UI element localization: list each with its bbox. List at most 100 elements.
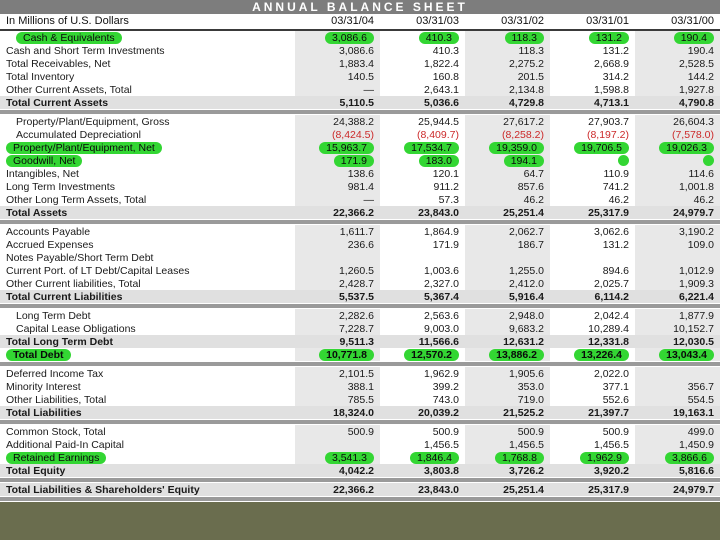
highlight-pill: Goodwill, Net (6, 154, 83, 167)
value-cell: 9,003.0 (423, 322, 459, 335)
label-text: Total Equity (6, 464, 66, 477)
label-text: Other Long Term Assets, Total (6, 193, 147, 206)
value-cell: 894.6 (602, 264, 629, 277)
table-row: Other Liabilities, Total 785.5 743.0 719.0 5… (0, 393, 720, 406)
table-row: Additional Paid-In Capital 1,456.5 1,456.5… (0, 438, 720, 451)
highlight-pill: 1,768.8 (494, 451, 544, 464)
value-cell: 4,713.1 (550, 96, 635, 110)
value-cell: 12,631.2 (465, 335, 550, 348)
value-cell: 2,134.8 (465, 83, 550, 96)
value-cell: (8,197.2) (586, 128, 629, 141)
highlight-pill: 15,963.7 (319, 141, 374, 154)
value-cell (635, 154, 720, 167)
value-cell: 2,668.9 (593, 57, 629, 70)
value-cell: 22,366.2 (295, 206, 380, 220)
highlight-pill: 183.0 (418, 154, 459, 167)
label-text: Total Current Assets (6, 96, 109, 109)
value-cell: 24,979.7 (635, 482, 720, 497)
value-cell: 3,086.6 (295, 44, 380, 57)
value-cell: 12,030.5 (635, 335, 720, 348)
value-cell: 19,163.1 (635, 406, 720, 420)
value-cell: 5,537.5 (295, 290, 380, 304)
value-cell: 236.6 (295, 238, 380, 251)
value-cell: 120.1 (432, 167, 459, 180)
value-cell: 314.2 (602, 70, 629, 83)
highlight-pill: 190.4 (673, 31, 714, 44)
highlight-pill: 194.1 (503, 154, 544, 167)
highlight-pill: 10,771.8 (319, 348, 374, 361)
value-cell: (8,409.7) (416, 128, 459, 141)
value-cell: 25,251.4 (465, 482, 550, 497)
value-cell (550, 251, 635, 264)
row-label: Total Assets (0, 206, 295, 220)
label-text: Total Assets (6, 206, 68, 219)
value-cell: 410.3 (432, 44, 459, 57)
table-row: Cash and Short Term Investments 3,086.6 41… (0, 44, 720, 57)
highlight-pill: Total Debt (6, 348, 71, 361)
value-cell: 554.5 (635, 393, 720, 406)
value-cell: 25,317.9 (550, 206, 635, 220)
value-cell: 2,275.2 (465, 57, 550, 70)
table-row: Goodwill, Net 171.9 183.0 194.1 (0, 154, 720, 167)
value-cell: 2,428.7 (295, 277, 380, 290)
value-cell: 190.4 (635, 30, 720, 44)
highlight-pill: 13,043.4 (659, 348, 714, 361)
value-cell: 138.6 (295, 167, 380, 180)
table-row: Property/Plant/Equipment, Gross 24,388.2 2… (0, 114, 720, 128)
table-row: Total Equity 4,042.2 3,803.8 3,726.2 3,920.2… (0, 464, 720, 478)
value-cell: 23,843.0 (380, 206, 465, 220)
value-cell: 5,916.4 (465, 290, 550, 304)
label-text: Cash and Short Term Investments (6, 44, 165, 57)
value-cell: 46.2 (465, 193, 550, 206)
value-cell: 500.9 (432, 425, 459, 438)
value-cell: 24,979.7 (635, 206, 720, 220)
value-cell: 1,001.8 (635, 180, 720, 193)
value-cell: 1,012.9 (635, 264, 720, 277)
value-cell (295, 251, 380, 264)
value-cell: 2,948.0 (465, 308, 550, 322)
value-cell: 27,903.7 (588, 115, 629, 128)
table-row: Total Assets 22,366.2 23,843.0 25,251.4 25,3… (0, 206, 720, 220)
value-cell: 1,456.5 (465, 438, 550, 451)
row-label: Cash and Short Term Investments (0, 44, 295, 57)
value-cell: 18,324.0 (295, 406, 380, 420)
value-cell: (7,578.0) (635, 128, 720, 141)
row-label: Long Term Investments (0, 180, 295, 193)
value-cell: 21,525.2 (465, 406, 550, 420)
table-row: Total Debt 10,771.8 12,570.2 13,886.2 13,226… (0, 348, 720, 362)
row-label: Total Long Term Debt (0, 335, 295, 348)
value-cell: 10,771.8 (295, 348, 380, 362)
value-cell: 20,039.2 (380, 406, 465, 420)
value-cell: 64.7 (465, 167, 550, 180)
row-label: Total Liabilities & Shareholders' Equity (0, 482, 295, 497)
value-cell: 19,359.0 (465, 141, 550, 154)
value-cell: 183.0 (380, 154, 465, 167)
row-label: Additional Paid-In Capital (0, 438, 295, 451)
value-cell: 25,944.5 (418, 115, 459, 128)
label-text: Minority Interest (6, 380, 81, 393)
highlight-pill: 118.3 (504, 31, 544, 44)
table-row: Intangibles, Net 138.6 120.1 64.7 110.9 114.6 (0, 167, 720, 180)
value-cell: 1,598.8 (593, 83, 629, 96)
value-cell (635, 251, 720, 264)
row-label: Total Current Assets (0, 96, 295, 110)
value-cell: 4,790.8 (635, 96, 720, 110)
value-cell: 2,101.5 (295, 366, 380, 380)
value-cell: 2,042.4 (593, 309, 629, 322)
table-row: Other Current liabilities, Total 2,428.7 2… (0, 277, 720, 290)
value-cell: 19,706.5 (550, 141, 635, 154)
label-text: Intangibles, Net (6, 167, 79, 180)
table-row: Minority Interest 388.1 399.2 353.0 377.1 356… (0, 380, 720, 393)
value-cell: 356.7 (635, 380, 720, 393)
row-label: Retained Earnings (0, 451, 295, 464)
row-label: Accounts Payable (0, 225, 295, 239)
row-label: Other Liabilities, Total (0, 393, 295, 406)
row-label: Current Port. of LT Debt/Capital Leases (0, 264, 295, 277)
value-cell (635, 366, 720, 380)
column-header: 03/31/04 (295, 14, 380, 31)
highlight-pill: 19,026.3 (659, 141, 714, 154)
label-text: Total Long Term Debt (6, 335, 113, 348)
row-label: Other Current Assets, Total (0, 83, 295, 96)
value-cell: 1,905.6 (465, 366, 550, 380)
value-cell: 144.2 (635, 70, 720, 83)
